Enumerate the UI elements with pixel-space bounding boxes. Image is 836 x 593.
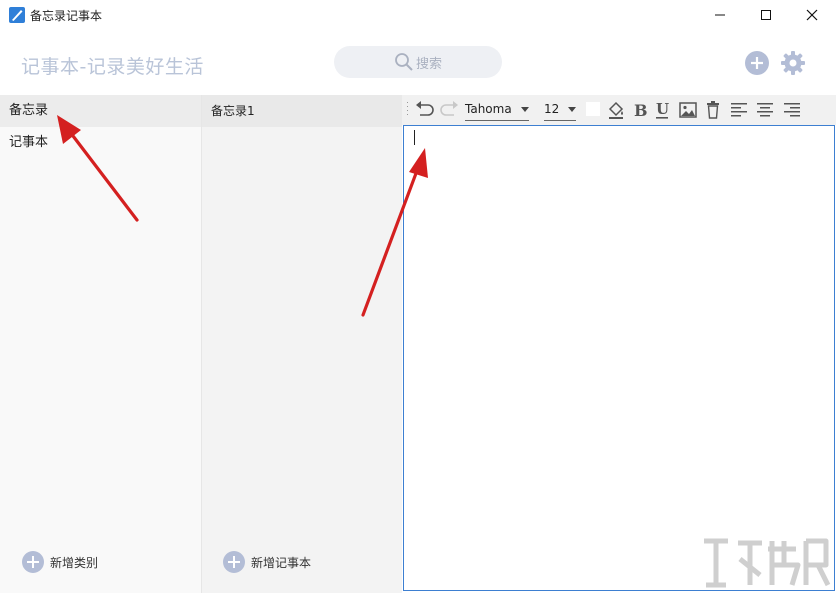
- font-family-value: Tahoma: [465, 102, 512, 116]
- note-item[interactable]: 备忘录1: [202, 95, 402, 127]
- align-right-button[interactable]: [783, 100, 801, 120]
- fill-color-button[interactable]: [606, 100, 626, 120]
- note-list-panel: 备忘录1 新增记事本: [201, 95, 402, 593]
- title-bar: 备忘录记事本: [0, 0, 836, 30]
- redo-icon: [440, 101, 458, 116]
- add-category-button[interactable]: 新增类别: [22, 551, 98, 573]
- text-cursor: [414, 130, 415, 145]
- font-size-value: 12: [544, 102, 560, 116]
- align-center-icon: [757, 103, 773, 117]
- insert-image-button[interactable]: [678, 100, 698, 120]
- underline-button[interactable]: U: [653, 100, 671, 120]
- gear-icon: [781, 51, 805, 75]
- plus-circle-icon: [22, 551, 44, 573]
- category-item-memo[interactable]: 备忘录: [0, 95, 201, 127]
- watermark-logo: [704, 538, 831, 588]
- search-icon: [395, 53, 413, 71]
- close-button[interactable]: [789, 0, 835, 30]
- maximize-icon: [761, 10, 771, 20]
- undo-icon: [416, 101, 434, 116]
- bold-icon: B: [634, 101, 647, 119]
- window-title: 备忘录记事本: [30, 9, 103, 23]
- image-icon: [679, 102, 697, 118]
- align-right-icon: [784, 103, 800, 117]
- app-logo-icon: [9, 7, 25, 23]
- app-heading: 记事本-记录美好生活: [21, 56, 204, 78]
- app-header: 记事本-记录美好生活 搜索: [0, 30, 836, 95]
- note-editor[interactable]: [403, 125, 835, 591]
- trash-icon: [707, 101, 719, 119]
- category-item-notebook[interactable]: 记事本: [0, 127, 201, 159]
- svg-text:B: B: [634, 101, 647, 119]
- minimize-button[interactable]: [697, 0, 743, 30]
- add-category-label: 新增类别: [50, 555, 99, 570]
- add-note-button[interactable]: [745, 51, 769, 75]
- chevron-down-icon: [521, 107, 529, 112]
- text-color-swatch[interactable]: [586, 102, 600, 116]
- minimize-icon: [715, 14, 725, 16]
- align-center-button[interactable]: [756, 100, 774, 120]
- font-size-select[interactable]: 12: [544, 100, 576, 121]
- align-left-icon: [731, 103, 747, 117]
- font-family-select[interactable]: Tahoma: [465, 100, 529, 121]
- close-icon: [806, 9, 818, 21]
- paint-bucket-icon: [608, 101, 624, 119]
- underline-icon: U: [656, 100, 669, 119]
- undo-button[interactable]: [414, 100, 436, 120]
- add-notebook-button[interactable]: 新增记事本: [223, 551, 311, 573]
- plus-icon: [751, 57, 763, 69]
- redo-button[interactable]: [438, 100, 460, 120]
- toolbar-grip: [406, 100, 409, 120]
- align-left-button[interactable]: [730, 100, 748, 120]
- chevron-down-icon: [568, 107, 576, 112]
- svg-text:U: U: [656, 100, 669, 118]
- search-input[interactable]: 搜索: [334, 46, 502, 78]
- add-notebook-label: 新增记事本: [251, 555, 312, 570]
- search-placeholder: 搜索: [415, 56, 442, 72]
- maximize-button[interactable]: [743, 0, 789, 30]
- category-panel: 备忘录 记事本 新增类别: [0, 95, 201, 593]
- plus-circle-icon: [223, 551, 245, 573]
- clear-format-button[interactable]: [705, 100, 721, 120]
- editor-toolbar: Tahoma 12 B U: [402, 95, 836, 125]
- settings-button[interactable]: [780, 50, 806, 76]
- bold-button[interactable]: B: [631, 100, 649, 120]
